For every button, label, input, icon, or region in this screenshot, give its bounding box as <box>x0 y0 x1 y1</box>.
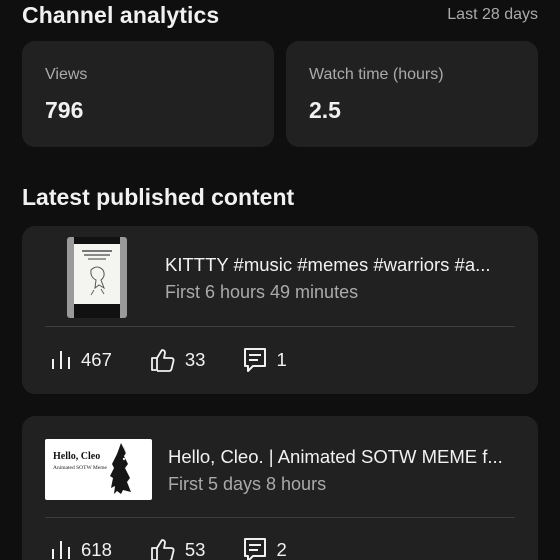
likes-count: 53 <box>184 539 206 560</box>
comments-stat: 2 <box>243 537 287 560</box>
period-label[interactable]: Last 28 days <box>447 6 538 24</box>
metric-value: 2.5 <box>309 97 341 123</box>
video-thumbnail[interactable] <box>67 237 127 318</box>
comment-icon <box>243 347 267 373</box>
comments-count: 2 <box>276 539 287 560</box>
comments-count: 1 <box>276 349 287 370</box>
stats-row: 467 33 1 <box>50 347 325 373</box>
divider <box>45 326 515 327</box>
content-card[interactable]: KITTTY #music #memes #warriors #a... Fir… <box>22 226 538 394</box>
section-title: Latest published content <box>22 184 295 210</box>
divider <box>45 517 515 518</box>
page-title: Channel analytics <box>22 1 220 28</box>
thumbs-up-icon <box>150 538 176 560</box>
header: Channel analytics Last 28 days <box>22 0 538 32</box>
bar-chart-icon <box>50 349 72 371</box>
thumbnail-subtitle: Animated SOTW Meme <box>53 465 108 471</box>
video-thumbnail[interactable]: Hello, Cleo Animated SOTW Meme <box>45 439 152 500</box>
views-stat: 467 <box>50 349 112 371</box>
views-metric-card[interactable]: Views 796 <box>22 41 274 147</box>
metric-label: Views <box>45 66 88 83</box>
thumbs-up-icon <box>150 348 176 372</box>
video-title[interactable]: Hello, Cleo. | Animated SOTW MEME f... <box>168 446 503 468</box>
metric-label: Watch time (hours) <box>309 66 444 83</box>
thumbnail-title: Hello, Cleo <box>53 451 100 462</box>
content-card[interactable]: Hello, Cleo Animated SOTW Meme Hello, Cl… <box>22 416 538 560</box>
channel-analytics-page: Channel analytics Last 28 days Views 796… <box>0 0 560 560</box>
bar-chart-icon <box>50 539 72 560</box>
video-title[interactable]: KITTTY #music #memes #warriors #a... <box>165 254 491 276</box>
likes-count: 33 <box>184 349 206 370</box>
watch-time-metric-card[interactable]: Watch time (hours) 2.5 <box>286 41 538 147</box>
metric-value: 796 <box>45 97 84 123</box>
views-stat: 618 <box>50 539 112 560</box>
comment-icon <box>243 537 267 560</box>
views-count: 618 <box>81 539 112 560</box>
stats-row: 618 53 2 <box>50 537 325 560</box>
video-period: First 5 days 8 hours <box>168 474 327 494</box>
likes-stat: 53 <box>150 538 206 560</box>
views-count: 467 <box>81 349 112 370</box>
likes-stat: 33 <box>150 348 206 372</box>
comments-stat: 1 <box>243 347 287 373</box>
video-period: First 6 hours 49 minutes <box>165 282 359 302</box>
